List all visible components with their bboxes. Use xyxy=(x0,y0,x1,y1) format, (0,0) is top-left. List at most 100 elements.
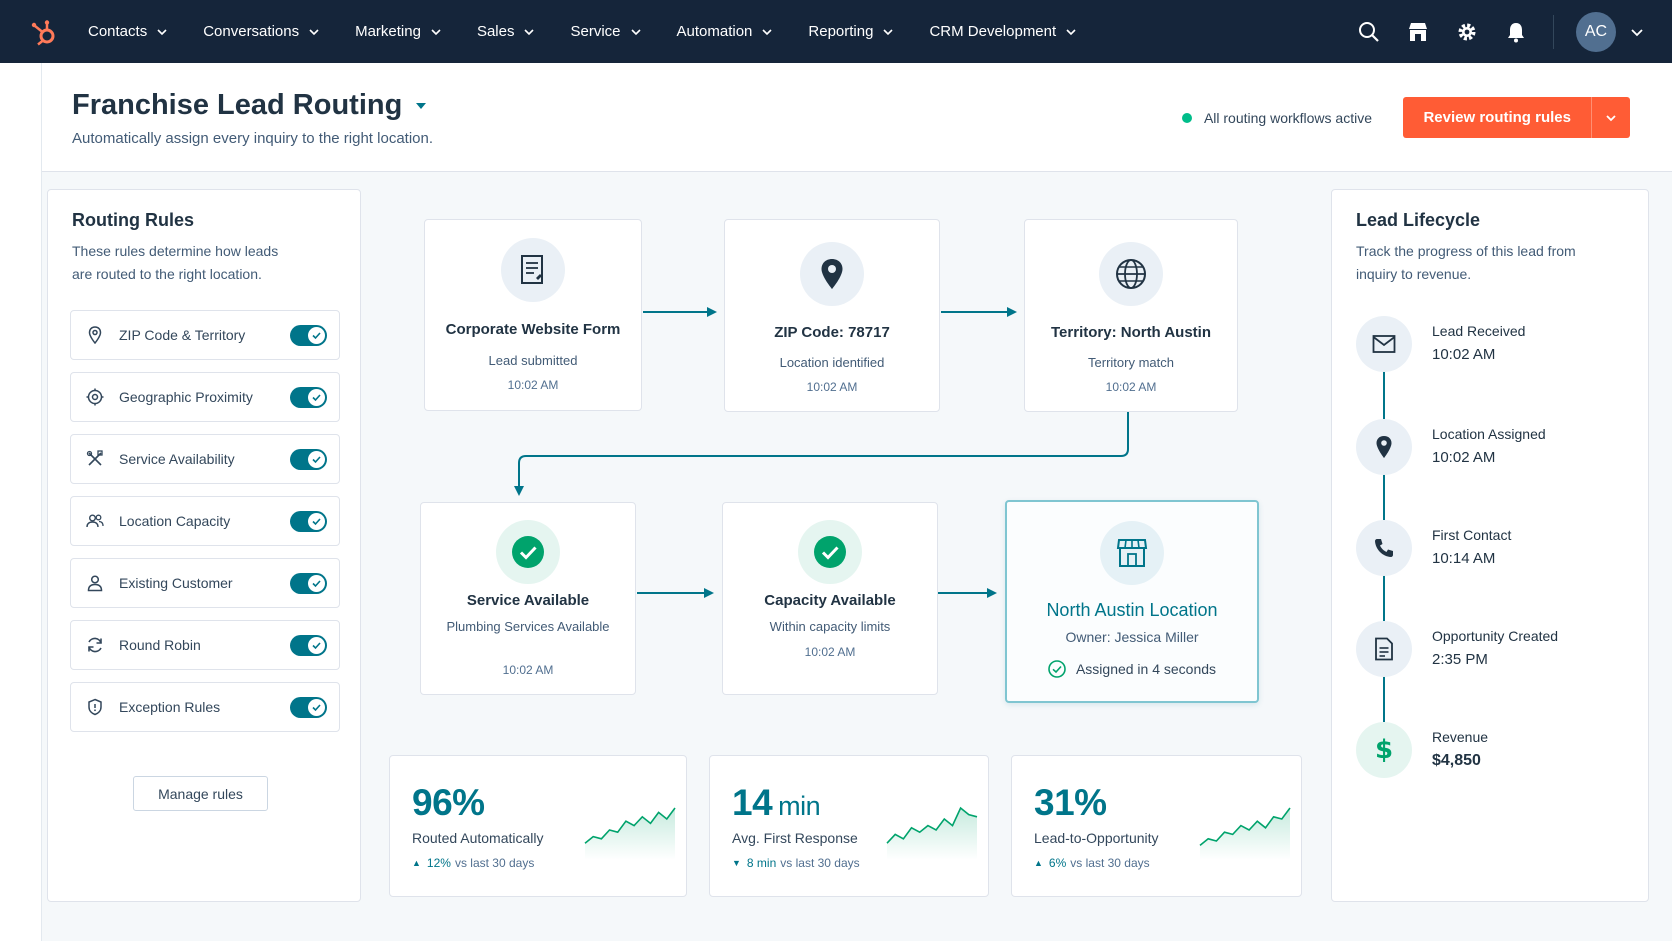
rule-geographic-proximity[interactable]: Geographic Proximity xyxy=(70,372,340,422)
rule-toggle[interactable] xyxy=(290,324,327,346)
avatar[interactable]: AC xyxy=(1576,11,1616,52)
panel-title: Lead Lifecycle xyxy=(1356,210,1481,230)
panel-title: Routing Rules xyxy=(72,210,194,230)
marketplace-icon[interactable] xyxy=(1406,20,1430,44)
nav-reporting[interactable]: Reporting xyxy=(808,23,894,40)
document-icon xyxy=(1356,621,1412,677)
page-title[interactable]: Franchise Lead Routing xyxy=(72,89,428,122)
review-routing-rules-button[interactable]: Review routing rules xyxy=(1403,97,1630,138)
flow-step-zip-code[interactable]: ZIP Code: 78717 Location identified 10:0… xyxy=(724,219,940,412)
chevron-down-icon xyxy=(762,28,772,35)
users-icon xyxy=(85,511,105,531)
metric-lead-to-opportunity: 31% Lead-to-Opportunity ▲ 6% vs last 30 da… xyxy=(1011,755,1302,897)
lifecycle-step-location-assigned[interactable]: Location Assigned 10:02 AM xyxy=(1356,419,1626,475)
left-sidebar-strip xyxy=(0,63,42,941)
rule-existing-customer[interactable]: Existing Customer xyxy=(70,558,340,608)
status-dot-icon xyxy=(1181,113,1192,123)
caret-down-icon xyxy=(416,102,427,109)
check-icon xyxy=(312,331,321,339)
nav-marketing[interactable]: Marketing xyxy=(355,23,442,40)
panel-description: Track the progress of this lead from inq… xyxy=(1356,243,1576,282)
nav-conversations[interactable]: Conversations xyxy=(203,23,320,40)
rule-round-robin[interactable]: Round Robin xyxy=(70,620,340,670)
refresh-icon xyxy=(85,635,105,655)
panel-description: These rules determine how leads are rout… xyxy=(72,243,279,282)
flow-step-service-available[interactable]: Service Available Plumbing Services Avai… xyxy=(420,502,636,695)
chevron-down-icon[interactable] xyxy=(1630,25,1644,39)
check-circle-icon xyxy=(798,520,862,584)
lifecycle-step-lead-received[interactable]: Lead Received 10:02 AM xyxy=(1356,316,1626,372)
chevron-down-icon xyxy=(524,28,535,35)
lifecycle-step-opportunity-created[interactable]: Opportunity Created 2:35 PM xyxy=(1356,621,1626,677)
chevron-down-icon xyxy=(883,28,894,35)
check-icon xyxy=(312,579,321,587)
rule-toggle[interactable] xyxy=(290,696,327,718)
bell-icon[interactable] xyxy=(1504,20,1528,44)
map-pin-icon xyxy=(85,325,105,345)
envelope-icon xyxy=(1356,316,1412,372)
arrow-down-icon: ▼ xyxy=(732,858,741,868)
button-dropdown[interactable] xyxy=(1592,97,1630,138)
check-icon xyxy=(312,455,321,463)
sparkline-area xyxy=(887,808,977,860)
chevron-down-icon xyxy=(630,28,641,35)
rule-toggle[interactable] xyxy=(290,510,327,532)
result-location-name: North Austin Location xyxy=(1046,600,1218,620)
globe-icon xyxy=(1099,242,1163,306)
rule-toggle[interactable] xyxy=(290,386,327,408)
timeline-connector xyxy=(1383,371,1385,419)
check-circle-icon xyxy=(1048,660,1066,678)
nav-automation[interactable]: Automation xyxy=(677,23,774,40)
check-icon xyxy=(312,517,321,525)
check-icon xyxy=(312,703,321,711)
phone-icon xyxy=(1356,520,1412,576)
rule-toggle[interactable] xyxy=(290,448,327,470)
chevron-down-icon xyxy=(1606,114,1616,121)
flow-step-website-form[interactable]: Corporate Website Form Lead submitted 10… xyxy=(424,219,642,411)
shield-icon xyxy=(85,697,105,717)
gear-icon[interactable] xyxy=(1455,20,1479,44)
nav-crm-development[interactable]: CRM Development xyxy=(929,23,1077,40)
nav-contacts[interactable]: Contacts xyxy=(88,23,168,40)
search-icon[interactable] xyxy=(1357,20,1381,44)
metric-avg-first-response: 14 min Avg. First Response ▼ 8 min vs last … xyxy=(709,755,989,897)
arrow-step3-step4 xyxy=(514,412,1129,496)
sparkline xyxy=(1199,807,1291,860)
status-indicator: All routing workflows active xyxy=(1181,110,1372,126)
rule-exception-rules[interactable]: Exception Rules xyxy=(70,682,340,732)
storefront-icon xyxy=(1100,521,1164,585)
sparkline xyxy=(886,806,978,860)
manage-rules-button[interactable]: Manage rules xyxy=(133,776,268,811)
hubspot-logo[interactable] xyxy=(0,0,88,63)
map-pin-icon xyxy=(800,242,864,306)
tools-icon xyxy=(85,449,105,469)
map-pin-icon xyxy=(1356,419,1412,475)
lifecycle-step-first-contact[interactable]: First Contact 10:14 AM xyxy=(1356,520,1626,576)
lifecycle-step-revenue[interactable]: $ Revenue $4,850 xyxy=(1356,722,1626,778)
check-circle-icon xyxy=(496,520,560,584)
flow-step-capacity-available[interactable]: Capacity Available Within capacity limit… xyxy=(722,502,938,695)
flow-result-location[interactable]: North Austin Location Owner: Jessica Mil… xyxy=(1005,500,1259,703)
rule-zip-code-territory[interactable]: ZIP Code & Territory xyxy=(70,310,340,360)
rule-service-availability[interactable]: Service Availability xyxy=(70,434,340,484)
page-subtitle: Automatically assign every inquiry to th… xyxy=(72,130,434,147)
chevron-down-icon xyxy=(1066,28,1076,35)
sparkline xyxy=(584,807,676,860)
rule-location-capacity[interactable]: Location Capacity xyxy=(70,496,340,546)
assigned-status: Assigned in 4 seconds xyxy=(1007,660,1257,678)
sprocket-icon xyxy=(31,19,55,45)
dollar-icon: $ xyxy=(1356,722,1412,778)
flow-step-territory[interactable]: Territory: North Austin Territory match … xyxy=(1024,219,1238,412)
routing-rules-panel: Routing Rules These rules determine how … xyxy=(47,189,361,902)
timeline-connector xyxy=(1383,575,1385,621)
nav-sales[interactable]: Sales xyxy=(477,23,536,40)
lead-lifecycle-panel: Lead Lifecycle Track the progress of thi… xyxy=(1331,189,1649,902)
nav-service[interactable]: Service xyxy=(570,23,641,40)
chevron-down-icon xyxy=(157,28,167,35)
form-document-icon xyxy=(501,238,565,302)
rule-toggle[interactable] xyxy=(290,572,327,594)
chevron-down-icon xyxy=(431,28,441,35)
revenue-value: $4,850 xyxy=(1432,752,1481,769)
rule-toggle[interactable] xyxy=(290,634,327,656)
chevron-down-icon xyxy=(309,28,319,35)
